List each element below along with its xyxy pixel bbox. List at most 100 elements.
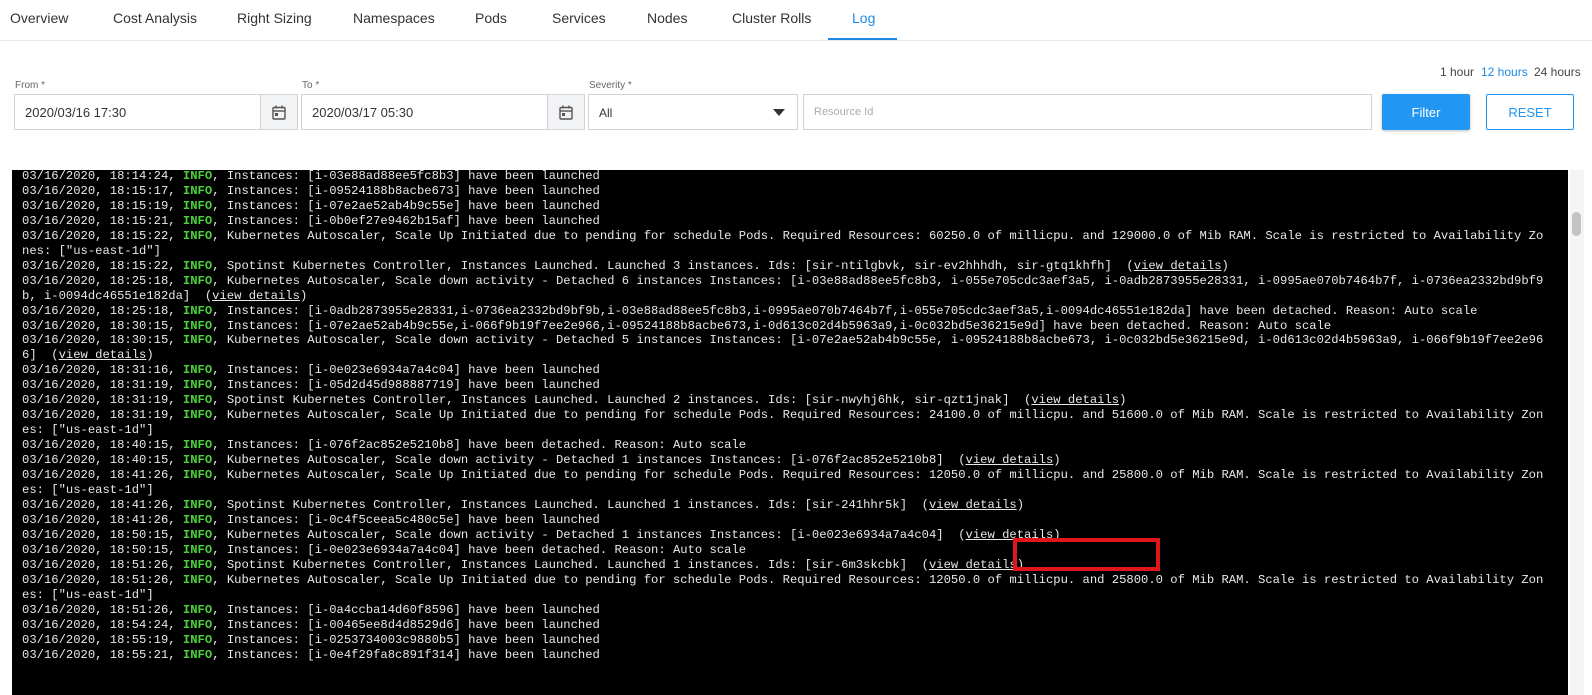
log-level: INFO: [182, 647, 213, 662]
to-date-field[interactable]: 2020/03/17 05:30: [301, 94, 548, 130]
view-details-link[interactable]: view details: [929, 498, 1017, 512]
view-details-link[interactable]: view details: [59, 348, 147, 362]
log-line: 03/16/2020, 18:31:19, INFO, Spotinst Kub…: [22, 393, 1127, 408]
log-message: Instances: [i-0e023e6934a7a4c04] have be…: [226, 363, 600, 378]
range-24-hours[interactable]: 24 hours: [1534, 65, 1581, 79]
tab-cost-analysis[interactable]: Cost Analysis: [113, 0, 197, 40]
log-timestamp: 03/16/2020, 18:31:19: [22, 408, 169, 423]
log-line: 03/16/2020, 18:41:26, INFO, Spotinst Kub…: [22, 497, 1025, 512]
reset-button[interactable]: RESET: [1486, 94, 1574, 130]
view-details-link[interactable]: view details: [1031, 393, 1119, 407]
view-details-link[interactable]: view details: [966, 528, 1054, 542]
log-message: Instances: [i-0e023e6934a7a4c04] have be…: [226, 542, 747, 557]
log-timestamp: 03/16/2020, 18:31:19: [22, 393, 169, 408]
log-level: INFO: [182, 602, 213, 617]
log-line: 03/16/2020, 18:25:18, INFO, Instances: […: [22, 303, 1478, 318]
log-level: INFO: [182, 363, 213, 378]
log-timestamp: 03/16/2020, 18:41:26: [22, 468, 169, 483]
log-message: Spotinst Kubernetes Controller, Instance…: [226, 557, 908, 572]
log-timestamp: 03/16/2020, 18:40:15: [22, 438, 169, 453]
tab-right-sizing[interactable]: Right Sizing: [237, 0, 312, 40]
log-level: INFO: [182, 170, 213, 183]
tab-services[interactable]: Services: [552, 0, 606, 40]
log-line: 03/16/2020, 18:51:26, INFO, Kubernetes A…: [22, 572, 1544, 602]
view-details-link[interactable]: view details: [1134, 259, 1222, 273]
log-message: Instances: [i-0a4ccba14d60f8596] have be…: [226, 602, 600, 617]
log-line: 03/16/2020, 18:15:22, INFO, Kubernetes A…: [22, 228, 1544, 258]
from-date-field[interactable]: 2020/03/16 17:30: [14, 94, 261, 130]
log-scrollbar-thumb[interactable]: [1572, 212, 1581, 236]
log-message: Kubernetes Autoscaler, Scale down activi…: [226, 527, 944, 542]
log-timestamp: 03/16/2020, 18:15:17: [22, 183, 169, 198]
chevron-down-icon: [773, 109, 785, 116]
tab-log[interactable]: Log: [852, 0, 875, 40]
calendar-icon: [272, 105, 286, 120]
log-line: 03/16/2020, 18:41:26, INFO, Kubernetes A…: [22, 468, 1544, 498]
log-timestamp: 03/16/2020, 18:50:15: [22, 542, 169, 557]
log-timestamp: 03/16/2020, 18:31:16: [22, 363, 169, 378]
log-level: INFO: [182, 393, 213, 408]
log-level: INFO: [182, 497, 213, 512]
view-details-link[interactable]: view details: [929, 558, 1017, 572]
log-line: 03/16/2020, 18:15:17, INFO, Instances: […: [22, 183, 600, 198]
log-message: Instances: [i-09524188b8acbe673] have be…: [226, 183, 600, 198]
log-level: INFO: [182, 273, 213, 288]
tab-cluster-rolls[interactable]: Cluster Rolls: [732, 0, 811, 40]
log-line: 03/16/2020, 18:54:24, INFO, Instances: […: [22, 617, 600, 632]
log-timestamp: 03/16/2020, 18:15:21: [22, 213, 169, 228]
tab-bar: Overview Cost Analysis Right Sizing Name…: [0, 0, 1592, 41]
tab-pods[interactable]: Pods: [475, 0, 507, 40]
log-message: Kubernetes Autoscaler, Scale Up Initiate…: [22, 468, 1544, 498]
from-calendar-button[interactable]: [260, 94, 298, 130]
log-scrollbar-track[interactable]: [1570, 170, 1584, 695]
log-timestamp: 03/16/2020, 18:51:26: [22, 602, 169, 617]
to-label: To *: [302, 80, 320, 91]
log-message: Spotinst Kubernetes Controller, Instance…: [226, 258, 1112, 273]
log-line: 03/16/2020, 18:30:15, INFO, Instances: […: [22, 318, 1332, 333]
log-line: 03/16/2020, 18:41:26, INFO, Instances: […: [22, 512, 600, 527]
to-calendar-button[interactable]: [547, 94, 585, 130]
log-level: INFO: [182, 378, 213, 393]
severity-select[interactable]: All: [588, 94, 798, 130]
log-message: Kubernetes Autoscaler, Scale down activi…: [226, 453, 944, 468]
log-level: INFO: [182, 183, 213, 198]
log-line: 03/16/2020, 18:55:19, INFO, Instances: […: [22, 632, 600, 647]
log-timestamp: 03/16/2020, 18:25:18: [22, 303, 169, 318]
log-message: Kubernetes Autoscaler, Scale Up Initiate…: [22, 408, 1544, 438]
resource-id-input[interactable]: [803, 94, 1372, 130]
view-details-link[interactable]: view details: [966, 453, 1054, 467]
log-line: 03/16/2020, 18:15:21, INFO, Instances: […: [22, 213, 600, 228]
log-level: INFO: [182, 333, 213, 348]
log-line: 03/16/2020, 18:31:19, INFO, Kubernetes A…: [22, 408, 1544, 438]
log-message: Instances: [i-0253734003c9880b5] have be…: [226, 632, 600, 647]
tab-nodes[interactable]: Nodes: [647, 0, 687, 40]
range-1-hour[interactable]: 1 hour: [1440, 65, 1474, 79]
calendar-icon: [559, 105, 573, 120]
log-timestamp: 03/16/2020, 18:30:15: [22, 318, 169, 333]
log-message: Kubernetes Autoscaler, Scale down activi…: [22, 333, 1544, 363]
log-timestamp: 03/16/2020, 18:40:15: [22, 453, 169, 468]
tab-overview[interactable]: Overview: [10, 0, 68, 40]
range-12-hours[interactable]: 12 hours: [1481, 65, 1528, 79]
log-level: INFO: [182, 572, 213, 587]
log-level: INFO: [182, 438, 213, 453]
log-message: Spotinst Kubernetes Controller, Instance…: [226, 393, 1010, 408]
filter-button[interactable]: Filter: [1382, 94, 1470, 130]
log-level: INFO: [182, 632, 213, 647]
log-message: Instances: [i-0adb2873955e28331,i-0736ea…: [226, 303, 1478, 318]
log-level: INFO: [182, 468, 213, 483]
view-details-link[interactable]: view details: [212, 289, 300, 303]
log-level: INFO: [182, 557, 213, 572]
severity-value: All: [599, 106, 613, 120]
log-timestamp: 03/16/2020, 18:41:26: [22, 512, 169, 527]
active-tab-indicator: [828, 38, 897, 40]
log-timestamp: 03/16/2020, 18:55:19: [22, 632, 169, 647]
log-timestamp: 03/16/2020, 18:30:15: [22, 333, 169, 348]
log-line: 03/16/2020, 18:55:21, INFO, Instances: […: [22, 647, 600, 662]
log-timestamp: 03/16/2020, 18:15:22: [22, 228, 169, 243]
tab-namespaces[interactable]: Namespaces: [353, 0, 435, 40]
log-line: 03/16/2020, 18:25:18, INFO, Kubernetes A…: [22, 273, 1544, 303]
log-message: Instances: [i-07e2ae52ab4b9c55e,i-066f9b…: [226, 318, 1332, 333]
log-timestamp: 03/16/2020, 18:31:19: [22, 378, 169, 393]
log-level: INFO: [182, 512, 213, 527]
